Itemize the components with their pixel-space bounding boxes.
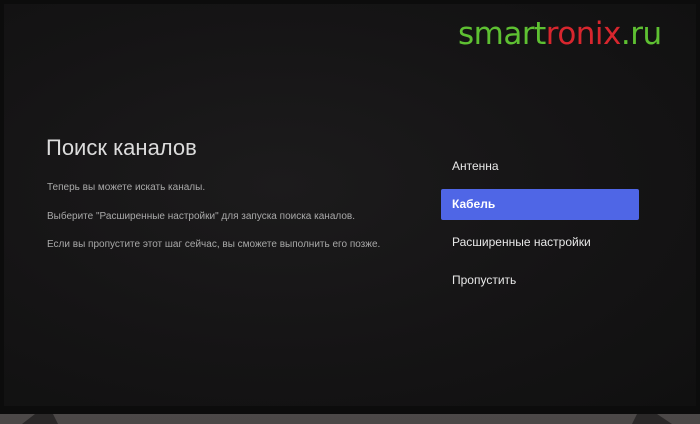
page-title: Поиск каналов: [46, 135, 197, 160]
channel-source-menu: Антенна Кабель Расширенные настройки Про…: [441, 151, 639, 303]
menu-item-antenna[interactable]: Антенна: [441, 151, 639, 182]
watermark-part-smart: smart: [458, 16, 546, 52]
tv-screen: Поиск каналов Теперь вы можете искать ка…: [4, 4, 696, 406]
description-line-3: Если вы пропустите этот шаг сейчас, вы с…: [47, 239, 381, 250]
tv-bezel: Поиск каналов Теперь вы можете искать ка…: [0, 0, 700, 414]
menu-item-cable[interactable]: Кабель: [441, 189, 639, 220]
description-line-2: Выберите "Расширенные настройки" для зап…: [47, 211, 355, 222]
menu-item-advanced-settings[interactable]: Расширенные настройки: [441, 227, 639, 258]
menu-item-skip[interactable]: Пропустить: [441, 265, 639, 296]
description-line-1: Теперь вы можете искать каналы.: [47, 182, 206, 193]
watermark-part-ru: .ru: [620, 16, 662, 52]
watermark-part-ronix: ronix: [545, 16, 622, 52]
watermark-logo: smartronix.ru: [458, 16, 662, 52]
